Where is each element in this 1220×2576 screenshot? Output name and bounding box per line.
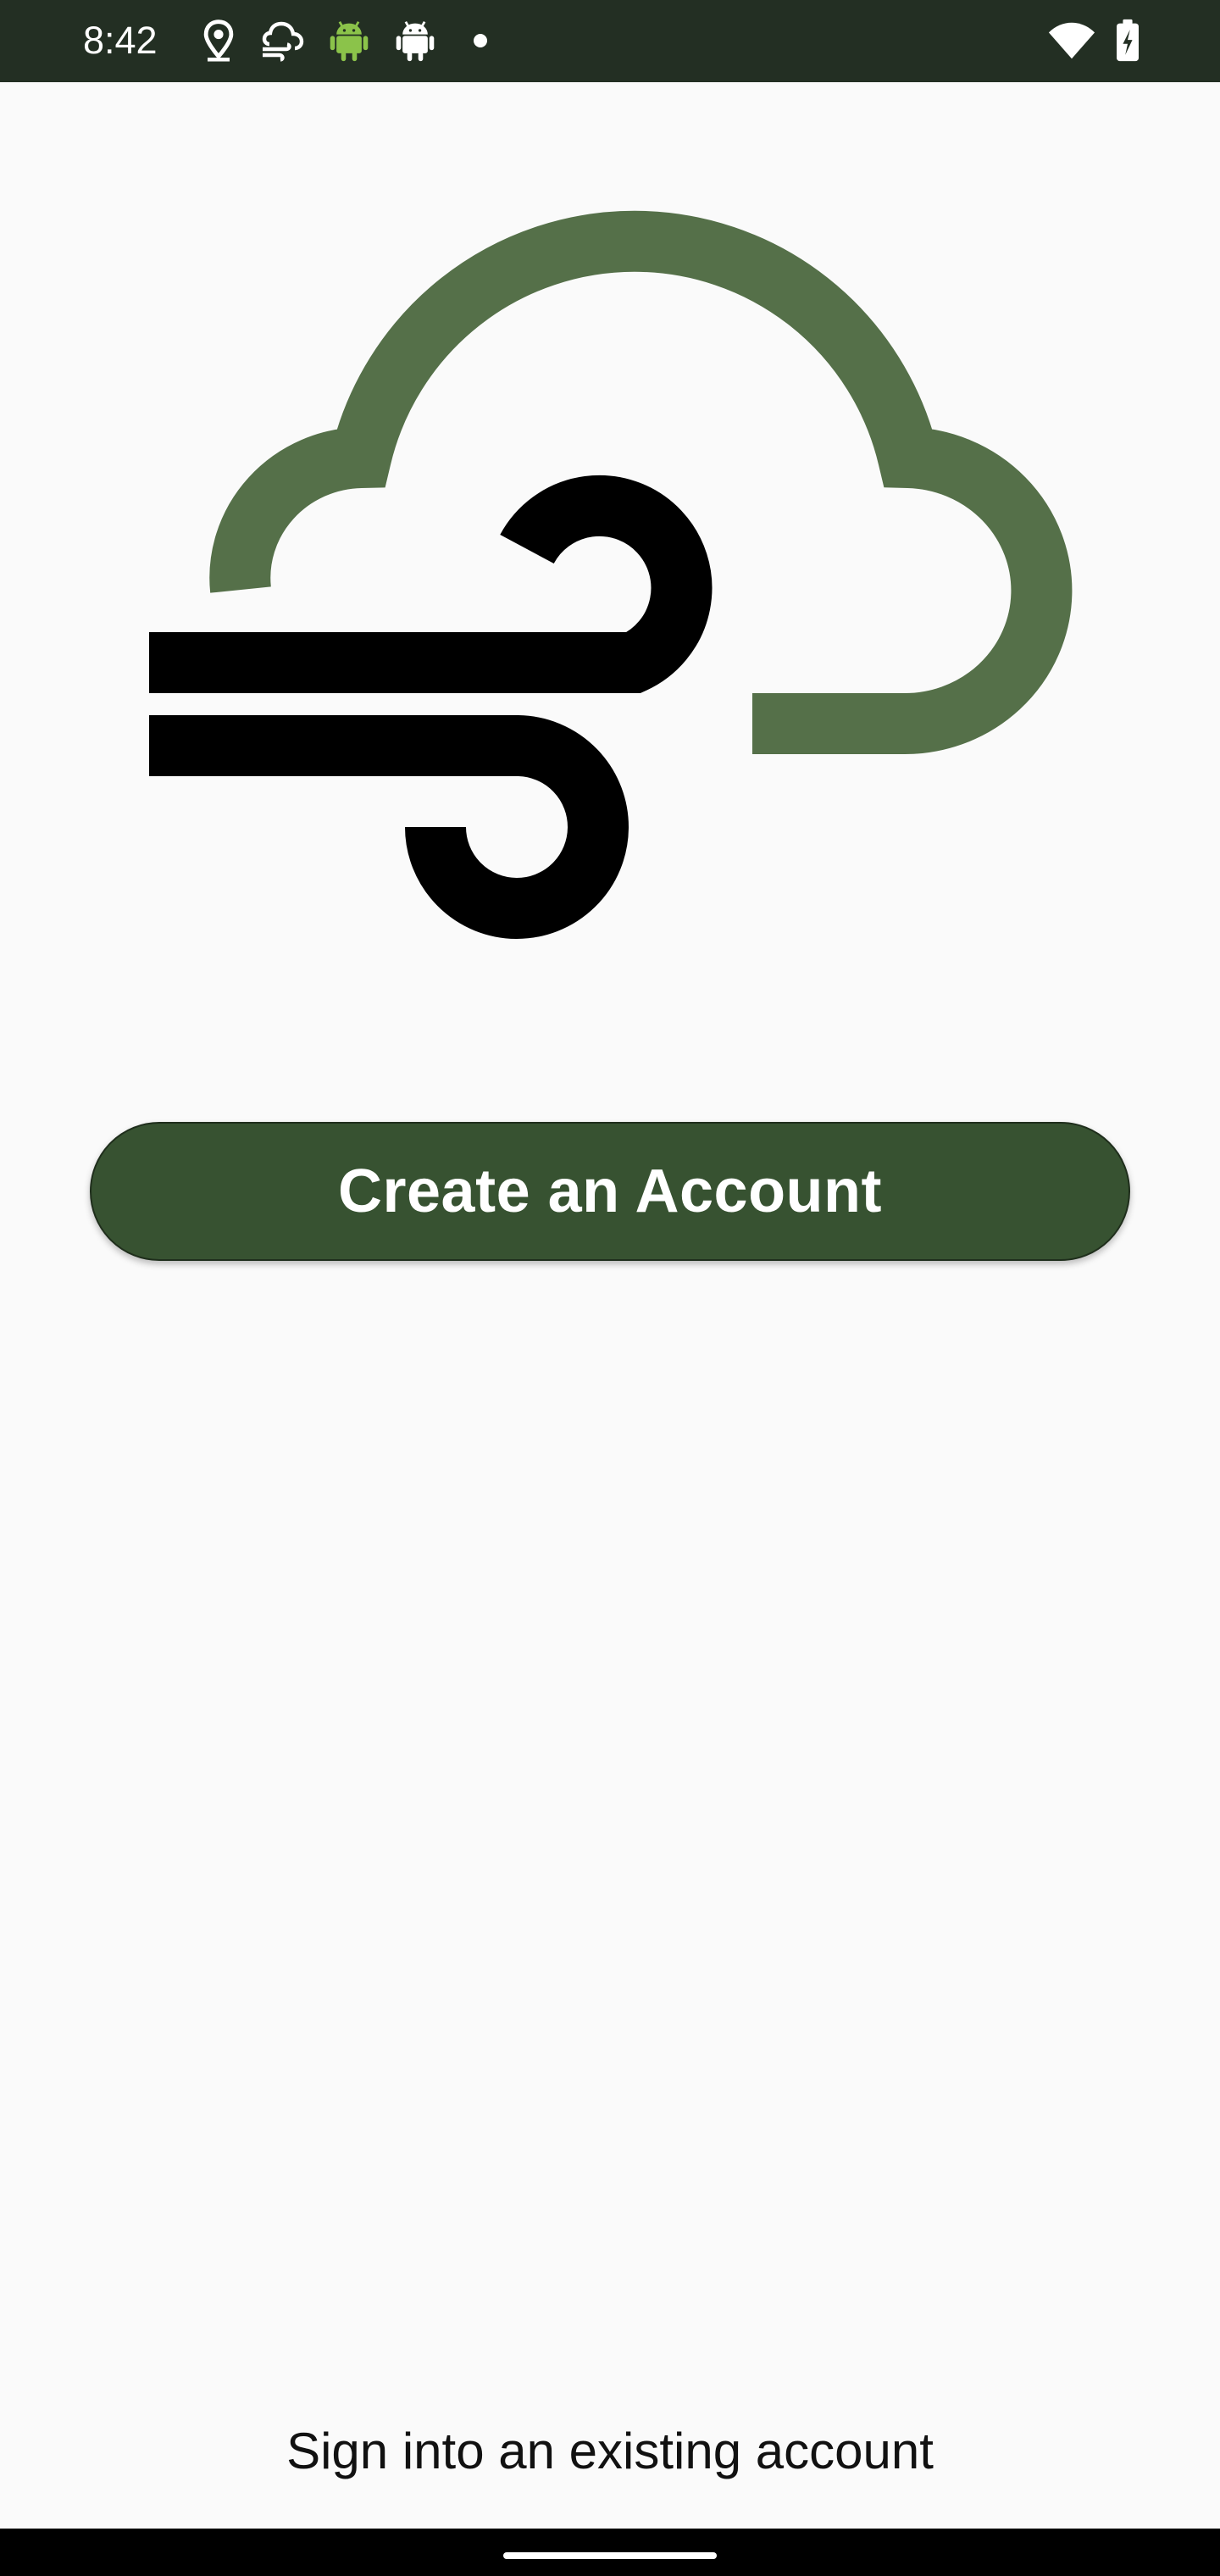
home-handle-icon[interactable]	[503, 2552, 717, 2559]
android-green-icon	[330, 21, 369, 62]
create-account-button[interactable]: Create an Account	[90, 1122, 1130, 1261]
navigation-bar	[0, 2529, 1220, 2576]
wifi-icon	[1048, 22, 1095, 59]
battery-charging-icon	[1117, 19, 1139, 62]
sign-in-link[interactable]: Sign into an existing account	[0, 2422, 1220, 2480]
cloud-wind-icon	[262, 21, 304, 62]
android-white-icon	[396, 21, 435, 62]
welcome-screen: 8:42 Create an Account Sign into an exis…	[0, 0, 1220, 2576]
notification-dot-icon	[474, 34, 487, 47]
status-bar: 8:42	[0, 0, 1220, 82]
cloud-wind-logo-icon	[149, 210, 1073, 939]
location-icon	[203, 19, 234, 62]
create-account-label: Create an Account	[338, 1158, 882, 1225]
status-time: 8:42	[83, 19, 158, 62]
